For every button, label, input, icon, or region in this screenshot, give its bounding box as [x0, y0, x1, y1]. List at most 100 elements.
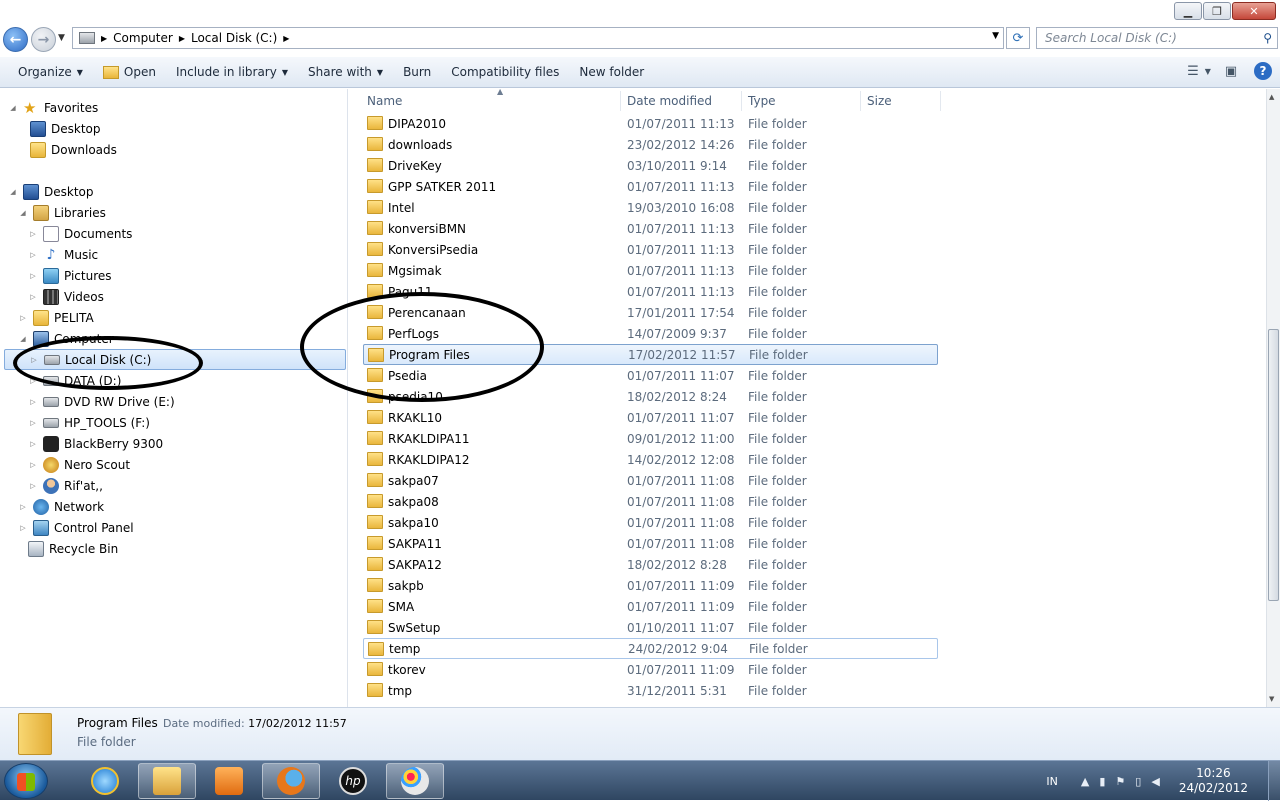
breadcrumb-computer[interactable]: Computer — [113, 31, 173, 45]
breadcrumb-sep-icon[interactable]: ▶ — [179, 34, 185, 43]
collapse-icon[interactable]: ◢ — [8, 188, 18, 196]
search-icon[interactable]: ⚲ — [1263, 31, 1272, 45]
new-folder-button[interactable]: New folder — [569, 59, 654, 85]
nav-pelita[interactable]: ▷ PELITA — [18, 307, 94, 328]
file-row[interactable]: sakpa08 01/07/2011 11:08 File folder — [363, 491, 938, 512]
expand-icon[interactable]: ▷ — [28, 251, 38, 259]
nav-control-panel[interactable]: ▷ Control Panel — [18, 517, 134, 538]
file-row[interactable]: Program Files 17/02/2012 11:57 File folder — [363, 344, 938, 365]
back-button[interactable]: ← — [3, 27, 28, 52]
burn-button[interactable]: Burn — [393, 59, 441, 85]
expand-icon[interactable]: ▷ — [28, 293, 38, 301]
file-row[interactable]: Intel 19/03/2010 16:08 File folder — [363, 197, 938, 218]
compatibility-files-button[interactable]: Compatibility files — [441, 59, 569, 85]
show-desktop-button[interactable] — [1268, 761, 1280, 801]
breadcrumb-sep-icon[interactable]: ▶ — [283, 34, 289, 43]
nav-videos[interactable]: ▷ Videos — [28, 286, 104, 307]
refresh-button[interactable]: ⟳ — [1006, 27, 1030, 49]
power-icon[interactable]: ▯ — [1135, 775, 1141, 788]
clock[interactable]: 10:26 24/02/2012 — [1179, 766, 1248, 796]
maximize-button[interactable]: ❐ — [1203, 2, 1231, 20]
volume-icon[interactable]: ◀ — [1151, 775, 1159, 788]
column-header-size[interactable]: Size — [861, 91, 941, 111]
file-row[interactable]: konversiBMN 01/07/2011 11:13 File folder — [363, 218, 938, 239]
taskbar-firefox[interactable] — [262, 763, 320, 799]
nav-hp-tools-f[interactable]: ▷ HP_TOOLS (F:) — [28, 412, 150, 433]
nav-computer[interactable]: ◢ Computer — [18, 328, 114, 349]
file-row[interactable]: Perencanaan 17/01/2011 17:54 File folder — [363, 302, 938, 323]
show-hidden-icons-icon[interactable]: ▲ — [1081, 775, 1089, 788]
open-button[interactable]: Open — [93, 59, 166, 85]
vertical-scrollbar[interactable]: ▲ ▼ — [1266, 89, 1280, 707]
file-row[interactable]: psedia10 18/02/2012 8:24 File folder — [363, 386, 938, 407]
nav-fav-downloads[interactable]: Downloads — [30, 139, 117, 160]
column-header-date[interactable]: Date modified — [621, 91, 742, 111]
nav-documents[interactable]: ▷ Documents — [28, 223, 132, 244]
share-with-button[interactable]: Share with ▼ — [298, 59, 393, 85]
taskbar-internet-explorer[interactable] — [76, 763, 134, 799]
taskbar-windows-explorer[interactable] — [138, 763, 196, 799]
recent-pages-dropdown[interactable]: ▼ — [58, 33, 65, 43]
address-field[interactable]: ▶ Computer ▶ Local Disk (C:) ▶ ▼ — [72, 27, 1004, 49]
expand-icon[interactable]: ▷ — [18, 524, 28, 532]
file-row[interactable]: PerfLogs 14/07/2009 9:37 File folder — [363, 323, 938, 344]
nav-data-d[interactable]: ▷ DATA (D:) — [28, 370, 121, 391]
column-header-name[interactable]: Name ▲ — [361, 89, 621, 111]
forward-button[interactable]: → — [31, 27, 56, 52]
file-row[interactable]: DIPA2010 01/07/2011 11:13 File folder — [363, 113, 938, 134]
include-in-library-button[interactable]: Include in library ▼ — [166, 59, 298, 85]
file-row[interactable]: RKAKLDIPA11 09/01/2012 11:00 File folder — [363, 428, 938, 449]
scrollbar-thumb[interactable] — [1268, 329, 1279, 601]
file-row[interactable]: RKAKLDIPA12 14/02/2012 12:08 File folder — [363, 449, 938, 470]
taskbar-hp[interactable]: hp — [324, 763, 382, 799]
organize-button[interactable]: Organize ▼ — [8, 59, 93, 85]
nav-recycle-bin[interactable]: Recycle Bin — [28, 538, 118, 559]
nav-libraries[interactable]: ◢ Libraries — [18, 202, 106, 223]
nav-pictures[interactable]: ▷ Pictures — [28, 265, 112, 286]
close-button[interactable]: ✕ — [1232, 2, 1276, 20]
expand-icon[interactable]: ▷ — [18, 503, 28, 511]
nav-local-disk-c[interactable]: ▷ Local Disk (C:) — [4, 349, 346, 370]
file-row[interactable]: Pagu11 01/07/2011 11:13 File folder — [363, 281, 938, 302]
file-row[interactable]: Psedia 01/07/2011 11:07 File folder — [363, 365, 938, 386]
file-row[interactable]: tmp 31/12/2011 5:31 File folder — [363, 680, 938, 701]
expand-icon[interactable]: ▷ — [28, 272, 38, 280]
collapse-icon[interactable]: ◢ — [18, 335, 28, 343]
nav-dvd-e[interactable]: ▷ DVD RW Drive (E:) — [28, 391, 174, 412]
search-input[interactable]: Search Local Disk (C:) ⚲ — [1036, 27, 1278, 49]
address-dropdown-icon[interactable]: ▼ — [992, 31, 999, 41]
file-row[interactable]: sakpa07 01/07/2011 11:08 File folder — [363, 470, 938, 491]
file-row[interactable]: temp 24/02/2012 9:04 File folder — [363, 638, 938, 659]
nav-favorites[interactable]: ◢ ★ Favorites — [8, 97, 98, 118]
nav-nero-scout[interactable]: ▷ Nero Scout — [28, 454, 130, 475]
nav-music[interactable]: ▷ ♪ Music — [28, 244, 98, 265]
expand-icon[interactable]: ▷ — [28, 398, 38, 406]
expand-icon[interactable]: ▷ — [28, 440, 38, 448]
expand-icon[interactable]: ▷ — [29, 356, 39, 364]
file-row[interactable]: RKAKL10 01/07/2011 11:07 File folder — [363, 407, 938, 428]
nav-network[interactable]: ▷ Network — [18, 496, 104, 517]
file-row[interactable]: KonversiPsedia 01/07/2011 11:13 File folde… — [363, 239, 938, 260]
file-row[interactable]: DriveKey 03/10/2011 9:14 File folder — [363, 155, 938, 176]
file-row[interactable]: downloads 23/02/2012 14:26 File folder — [363, 134, 938, 155]
minimize-button[interactable]: ▁ — [1174, 2, 1202, 20]
preview-pane-button[interactable]: ▣ — [1220, 60, 1242, 82]
network-signal-icon[interactable]: ▮ — [1099, 775, 1105, 788]
start-button[interactable] — [4, 763, 48, 799]
file-row[interactable]: SAKPA12 18/02/2012 8:28 File folder — [363, 554, 938, 575]
nav-desktop[interactable]: ◢ Desktop — [8, 181, 94, 202]
collapse-icon[interactable]: ◢ — [18, 209, 28, 217]
file-row[interactable]: tkorev 01/07/2011 11:09 File folder — [363, 659, 938, 680]
nav-fav-desktop[interactable]: Desktop — [30, 118, 101, 139]
nav-rifat[interactable]: ▷ Rif'at,, — [28, 475, 103, 496]
expand-icon[interactable]: ▷ — [28, 461, 38, 469]
expand-icon[interactable]: ▷ — [28, 230, 38, 238]
change-view-button[interactable]: ☰ ▼ — [1187, 60, 1211, 82]
language-indicator[interactable]: IN — [1046, 775, 1057, 788]
file-row[interactable]: SAKPA11 01/07/2011 11:08 File folder — [363, 533, 938, 554]
file-row[interactable]: SMA 01/07/2011 11:09 File folder — [363, 596, 938, 617]
column-header-type[interactable]: Type — [742, 91, 861, 111]
action-center-icon[interactable]: ⚑ — [1115, 775, 1125, 788]
help-button[interactable]: ? — [1252, 60, 1274, 82]
breadcrumb-local-disk[interactable]: Local Disk (C:) — [191, 31, 277, 45]
